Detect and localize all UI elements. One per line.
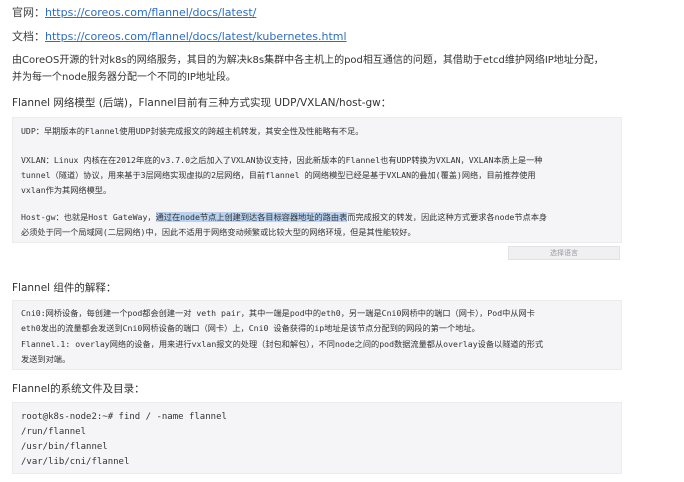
component-block: Cni0:网桥设备，每创建一个pod都会创建一对 veth pair，其中一端是… — [12, 300, 622, 370]
component-line-3: Flannel.1: overlay网络的设备，用来进行vxlan报文的处理（封… — [21, 339, 544, 349]
vxlan-line-2: tunnel（隧道）协议，用来基于3层网络实现虚拟的2层网络，目前flannel… — [21, 170, 536, 180]
vxlan-line-1: VXLAN：Linux 内核在在2012年底的v3.7.0之后加入了VXLAN协… — [21, 155, 543, 165]
network-model-block: UDP：早期版本的Flannel使用UDP封装完成报文的跨越主机转发，其安全性及… — [12, 117, 622, 243]
official-site-link[interactable]: https://coreos.com/flannel/docs/latest/ — [45, 6, 256, 19]
hostgw-text-pre: Host-gw：也就是Host GateWay， — [21, 212, 156, 222]
hostgw-line-2: 必须处于同一个局域网(二层网络)中，因此不适用于网络变动频繁或比较大型的网络环境… — [21, 227, 416, 237]
official-site-row: 官网：https://coreos.com/flannel/docs/lates… — [12, 6, 256, 20]
files-command-line: root@k8s-node2:~# find / -name flannel — [21, 412, 227, 422]
files-heading: Flannel的系统文件及目录： — [12, 383, 145, 395]
component-heading: Flannel 组件的解释： — [12, 282, 117, 294]
files-path-2: /usr/bin/flannel — [21, 442, 108, 452]
vxlan-line-3: vxlan作为其网络模型。 — [21, 185, 112, 195]
hostgw-line-1: Host-gw：也就是Host GateWay，通过在node节点上创建到达各目… — [21, 211, 547, 223]
hostgw-text-post: 而完成报文的转发，因此这种方式要求各node节点本身 — [347, 212, 548, 222]
docs-label: 文档： — [12, 30, 45, 43]
udp-line: UDP：早期版本的Flannel使用UDP封装完成报文的跨越主机转发，其安全性及… — [21, 126, 364, 136]
component-line-2: eth0发出的流量都会发送到Cni0网桥设备的端口（网卡）上，Cni0 设备获得… — [21, 323, 480, 333]
intro-paragraph: 由CoreOS开源的针对k8s的网络服务，其目的为解决k8s集群中各主机上的po… — [12, 52, 676, 86]
component-line-4: 发送到对端。 — [21, 354, 71, 364]
component-line-1: Cni0:网桥设备，每创建一个pod都会创建一对 veth pair，其中一端是… — [21, 308, 535, 318]
intro-line-1: 由CoreOS开源的针对k8s的网络服务，其目的为解决k8s集群中各主机上的po… — [12, 55, 604, 66]
docs-row: 文档：https://coreos.com/flannel/docs/lates… — [12, 30, 347, 44]
hostgw-highlighted-text[interactable]: 通过在node节点上创建到达各目标容器地址的路由表 — [155, 212, 348, 222]
docs-link[interactable]: https://coreos.com/flannel/docs/latest/k… — [45, 30, 347, 43]
intro-line-2: 并为每一个node服务器分配一个不同的IP地址段。 — [12, 72, 236, 83]
files-path-3: /var/lib/cni/flannel — [21, 457, 130, 467]
network-model-heading: Flannel 网络模型 (后端)，Flannel目前有三种方式实现 UDP/V… — [12, 97, 392, 109]
files-block: root@k8s-node2:~# find / -name flannel /… — [12, 402, 622, 474]
official-site-label: 官网： — [12, 6, 45, 19]
files-path-1: /run/flannel — [21, 427, 87, 437]
language-select-button[interactable]: 选择语言 — [508, 246, 620, 260]
